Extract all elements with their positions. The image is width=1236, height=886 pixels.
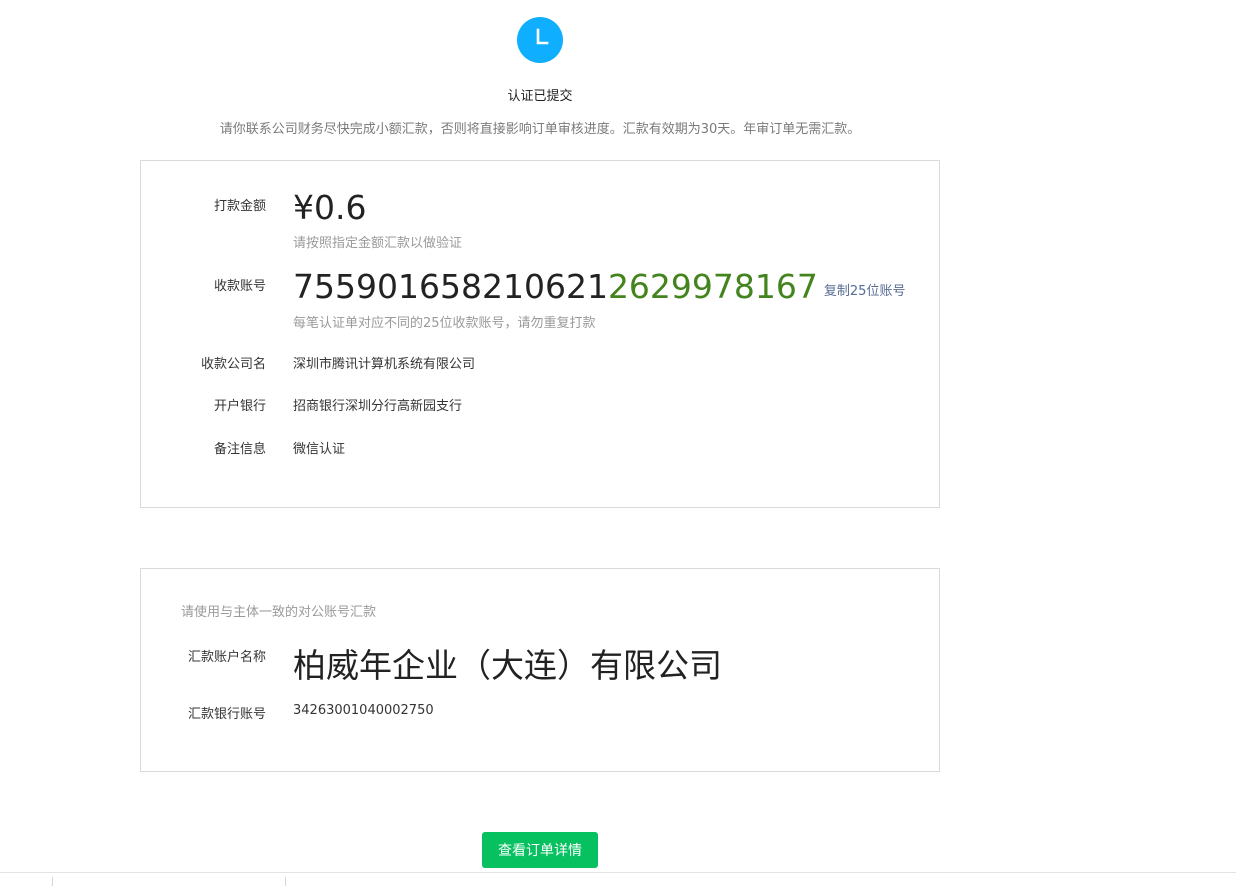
status-title: 认证已提交 (507, 89, 573, 104)
remittance-info-panel: 打款金额 ¥0.6 请按照指定金额汇款以做验证 收款账号 75590165821… (140, 160, 940, 508)
clock-icon (517, 17, 563, 63)
payer-name-value: 柏威年企业（大连）有限公司 (293, 646, 722, 685)
account-label: 收款账号 (213, 279, 266, 294)
remark-label: 备注信息 (213, 442, 266, 457)
amount-value: ¥0.6 (293, 188, 367, 227)
company-label: 收款公司名 (200, 357, 266, 372)
payer-info-panel: 请使用与主体一致的对公账号汇款 汇款账户名称 柏威年企业（大连）有限公司 汇款银… (140, 568, 940, 772)
bank-value: 招商银行深圳分行高新园支行 (293, 399, 463, 414)
payer-account-label: 汇款银行账号 (187, 707, 266, 722)
amount-hint: 请按照指定金额汇款以做验证 (293, 236, 463, 251)
account-hint: 每笔认证单对应不同的25位收款账号，请勿重复打款 (293, 316, 596, 331)
account-number: 7559016582106212629978167 复制25位账号 (293, 267, 905, 306)
company-value: 深圳市腾讯计算机系统有限公司 (293, 357, 476, 372)
bank-label: 开户银行 (213, 399, 266, 414)
payer-name-label: 汇款账户名称 (187, 650, 266, 665)
status-description: 请你联系公司财务尽快完成小额汇款，否则将直接影响订单审核进度。汇款有效期为30天… (219, 122, 861, 137)
footer-separator (285, 877, 286, 886)
amount-label: 打款金额 (213, 199, 266, 214)
footer-divider (0, 872, 1236, 873)
payer-note: 请使用与主体一致的对公账号汇款 (181, 605, 377, 620)
footer-separator (52, 877, 53, 886)
payer-account-value: 34263001040002750 (293, 703, 434, 718)
copy-account-link[interactable]: 复制25位账号 (824, 284, 906, 299)
account-prefix: 755901658210621 (293, 267, 608, 306)
account-suffix: 2629978167 (607, 267, 818, 306)
view-order-details-button[interactable]: 查看订单详情 (482, 832, 598, 868)
remark-value: 微信认证 (293, 442, 346, 457)
